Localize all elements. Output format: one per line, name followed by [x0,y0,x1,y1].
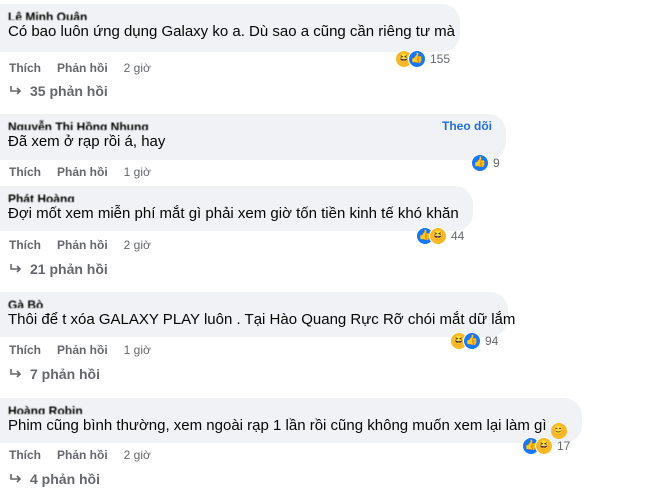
haha-reaction-icon: 😆 [429,227,447,245]
like-button[interactable]: Thích [9,165,41,179]
reply-button[interactable]: Phản hồi [57,165,108,179]
comment-author[interactable]: Lê Minh Quân [8,10,448,20]
comment-actions: Thích Phản hồi 1 giờ [9,343,151,357]
reaction-count: 155 [430,52,451,66]
comment-bubble: Phát Hoàng Đợi mốt xem miễn phí mắt gì p… [0,186,473,231]
replies-count: 21 phản hồi [30,261,108,277]
reaction-summary[interactable]: 👍 😆 17 [522,436,570,456]
haha-reaction-icon: 😆 [535,437,553,455]
reaction-summary[interactable]: 👍 9 [471,153,500,173]
reply-arrow-icon [10,264,22,273]
comment-time[interactable]: 1 giờ [124,165,151,179]
view-replies-button[interactable]: 21 phản hồi [10,261,108,277]
comment-bubble: Lê Minh Quân Có bao luôn ứng dụng Galaxy… [0,4,460,52]
comment-actions: Thích Phản hồi 2 giờ [9,61,151,75]
comment-text: Phim cũng bình thường, xem ngoài rạp 1 l… [8,416,570,439]
reply-arrow-icon [10,369,22,378]
like-reaction-icon: 👍 [471,154,489,172]
comment-actions: Thích Phản hồi 1 giờ [9,165,151,179]
view-replies-button[interactable]: 4 phản hồi [10,471,100,487]
reaction-summary[interactable]: 😆 👍 94 [450,331,498,351]
like-reaction-icon: 👍 [408,50,426,68]
reaction-summary[interactable]: 👍 😆 44 [416,226,464,246]
comment-bubble: Hoàng Robin Phim cũng bình thường, xem n… [0,398,582,443]
reply-arrow-icon [10,474,22,483]
comment-bubble: Nguyễn Thị Hồng Nhung Đã xem ở rạp rồi á… [0,114,506,160]
replies-count: 7 phản hồi [30,366,100,382]
reply-button[interactable]: Phản hồi [57,343,108,357]
follow-button[interactable]: Theo dõi [442,119,492,133]
comment-text: Đợi mốt xem miễn phí mắt gì phải xem giờ… [8,205,459,222]
like-button[interactable]: Thích [9,343,41,357]
comment-actions: Thích Phản hồi 2 giờ [9,238,151,252]
replies-count: 4 phản hồi [30,471,100,487]
reply-button[interactable]: Phản hồi [57,61,108,75]
comment-author[interactable]: Phát Hoàng [8,192,461,202]
reaction-count: 17 [557,439,571,453]
like-button[interactable]: Thích [9,448,41,462]
reply-button[interactable]: Phản hồi [57,448,108,462]
comment-author[interactable]: Nguyễn Thị Hồng Nhung [8,120,494,130]
comment-time[interactable]: 2 giờ [124,238,151,252]
like-reaction-icon: 👍 [463,332,481,350]
comment-author[interactable]: Hoàng Robin [8,404,570,414]
comment-actions: Thích Phản hồi 2 giờ [9,448,151,462]
reply-arrow-icon [10,86,22,95]
comment-text-content: Phim cũng bình thường, xem ngoài rạp 1 l… [8,417,547,434]
comment-text: Đã xem ở rạp rồi á, hay [8,133,166,150]
reaction-summary[interactable]: 😆 👍 155 [395,49,450,69]
reaction-count: 94 [485,334,499,348]
comment-text: Thôi để t xóa GALAXY PLAY luôn . Tại Hào… [8,311,516,328]
comment-bubble: Gà Bò Thôi để t xóa GALAXY PLAY luôn . T… [0,292,516,337]
reply-button[interactable]: Phản hồi [57,238,108,252]
like-button[interactable]: Thích [9,238,41,252]
comment-time[interactable]: 2 giờ [124,448,151,462]
reaction-count: 9 [493,156,500,170]
like-button[interactable]: Thích [9,61,41,75]
replies-count: 35 phản hồi [30,83,108,99]
view-replies-button[interactable]: 35 phản hồi [10,83,108,99]
comment-time[interactable]: 2 giờ [124,61,151,75]
reaction-count: 44 [451,229,465,243]
comment-text: Có bao luôn ứng dụng Galaxy ko a. Dù sao… [8,23,456,40]
comment-time[interactable]: 1 giờ [124,343,151,357]
view-replies-button[interactable]: 7 phản hồi [10,366,100,382]
comment-author[interactable]: Gà Bò [8,298,496,308]
